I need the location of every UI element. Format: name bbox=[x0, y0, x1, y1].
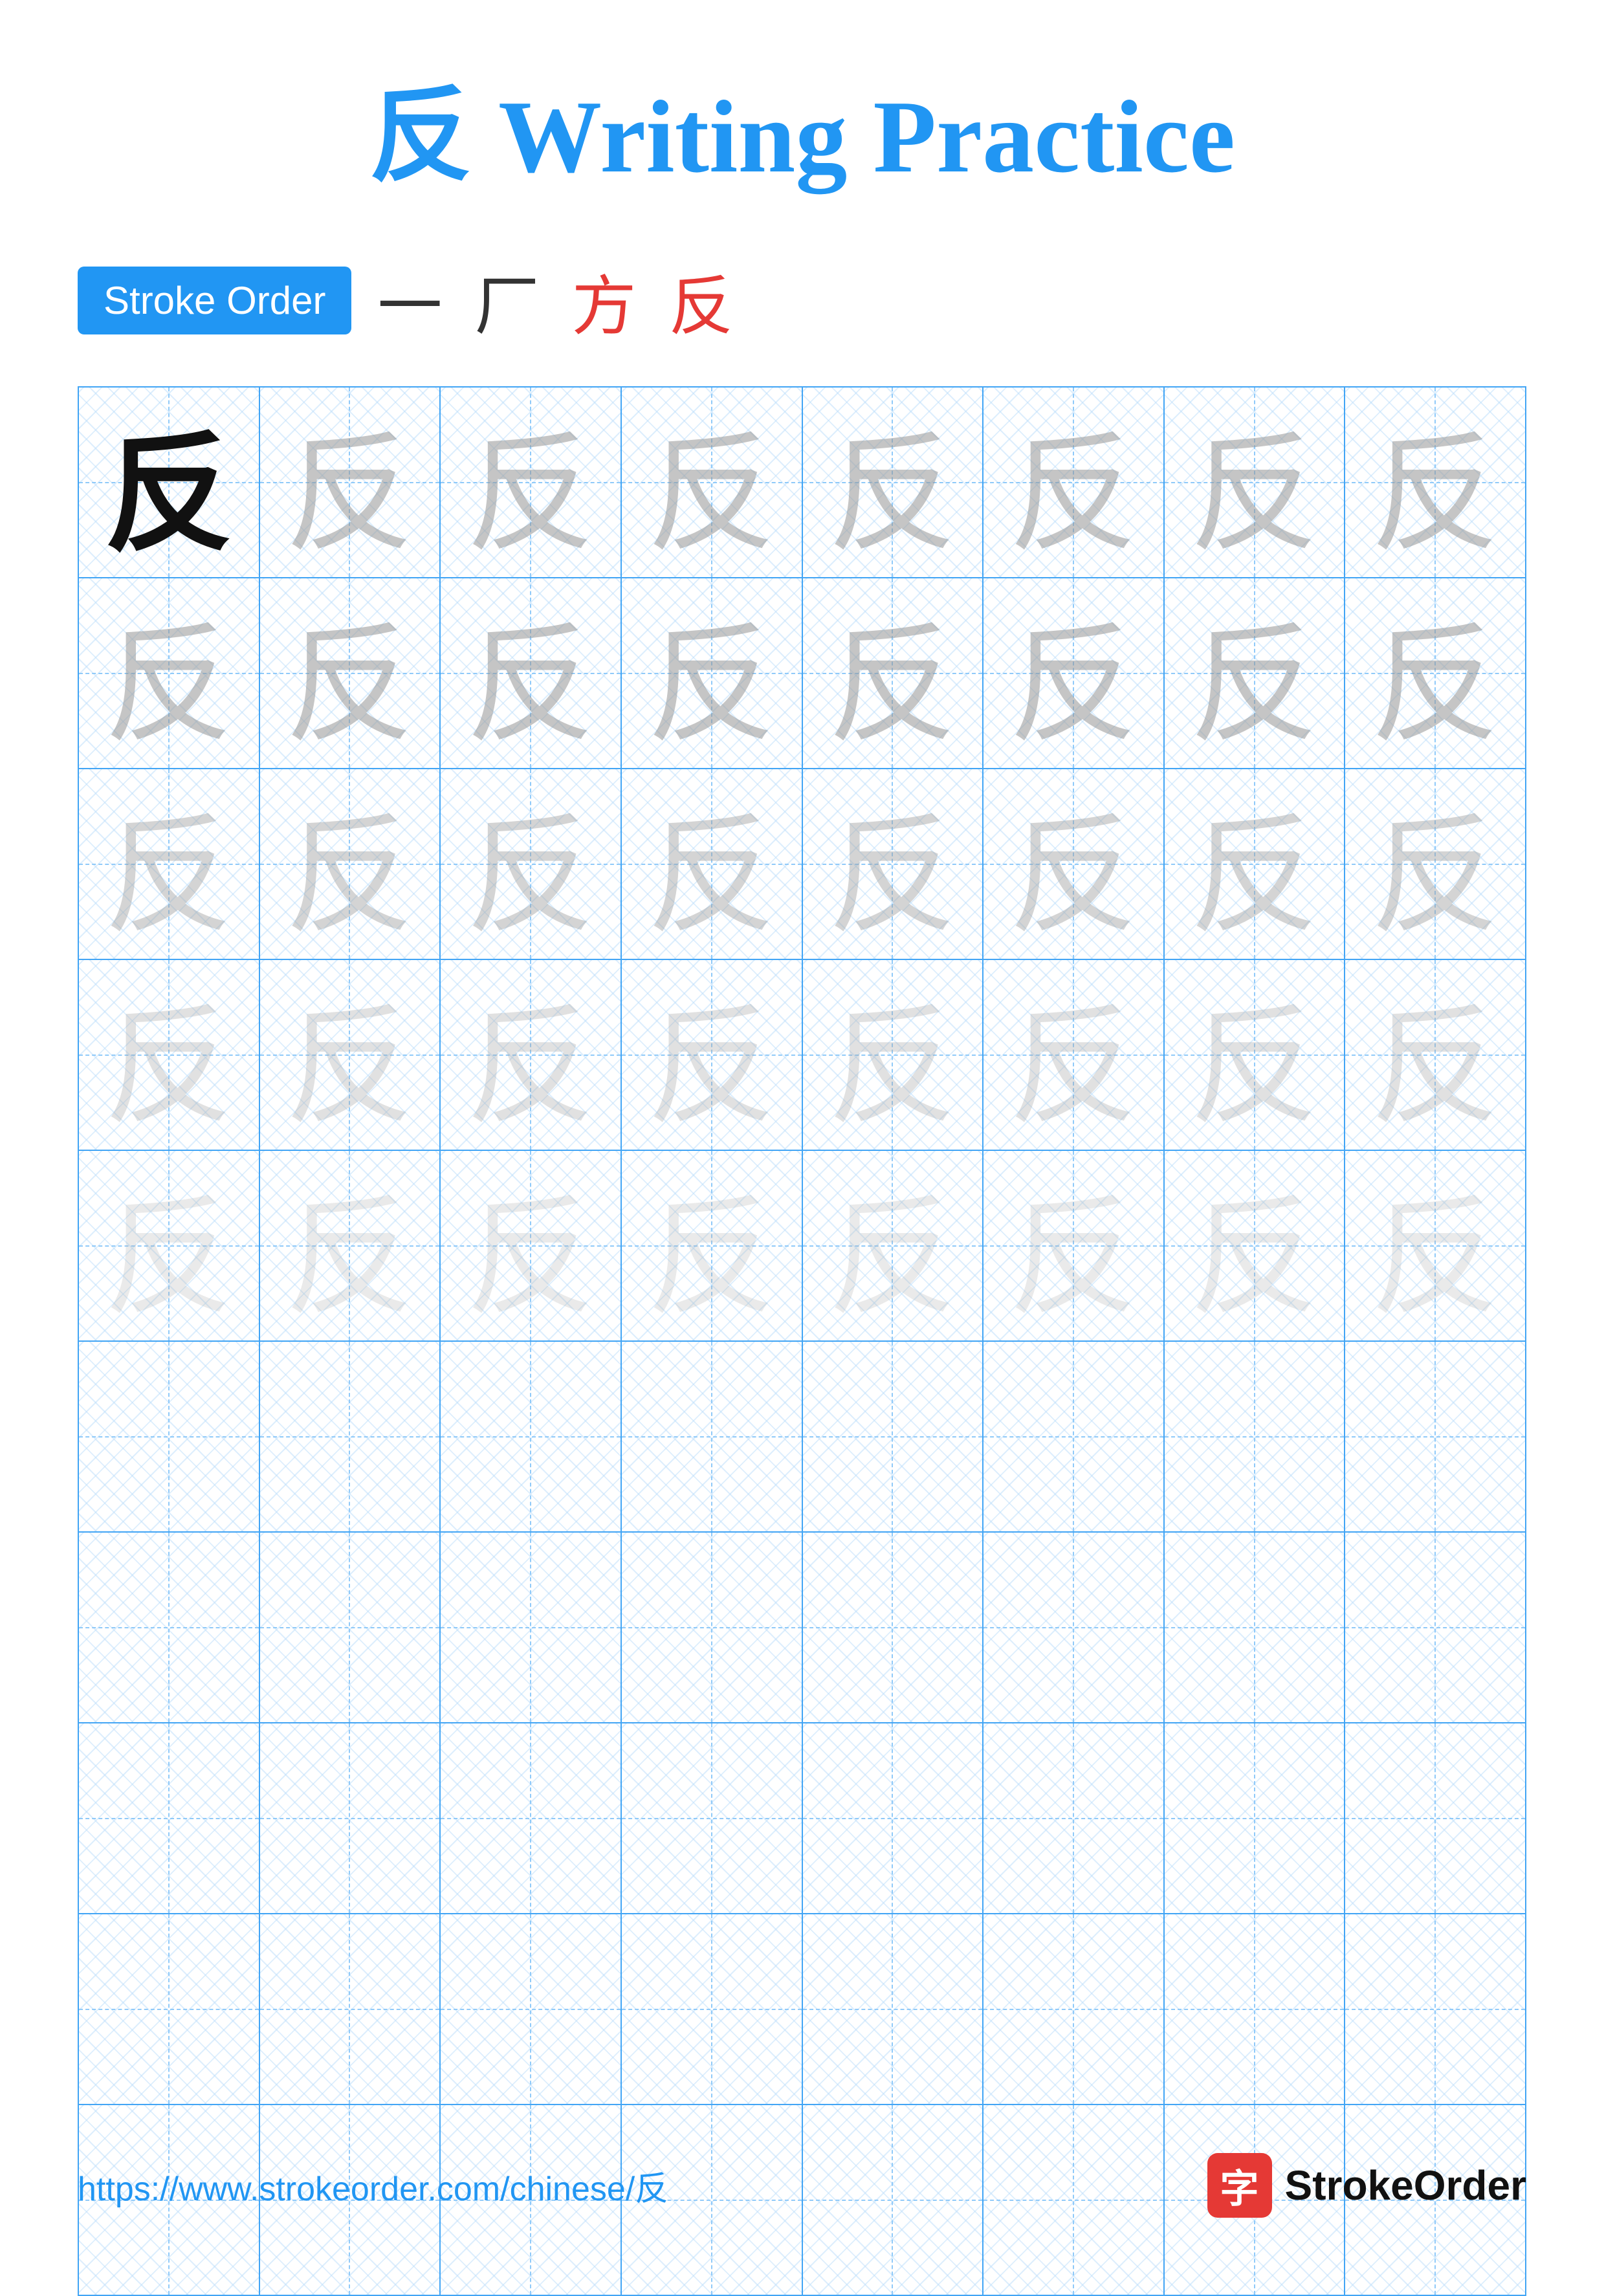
table-row[interactable]: 反 bbox=[1164, 769, 1345, 959]
stroke-seq-3: 方 bbox=[571, 254, 636, 347]
table-row[interactable]: 反 bbox=[440, 769, 621, 959]
table-row[interactable]: 反 bbox=[78, 1150, 259, 1341]
table-row[interactable]: 反 bbox=[1345, 387, 1526, 578]
table-row[interactable]: 反 bbox=[802, 387, 983, 578]
stroke-seq-4: 反 bbox=[668, 254, 733, 347]
table-row[interactable]: 反 bbox=[440, 387, 621, 578]
table-row[interactable]: 反 bbox=[78, 578, 259, 769]
table-row[interactable] bbox=[440, 1532, 621, 1723]
table-row[interactable]: 反 bbox=[1164, 959, 1345, 1150]
table-row[interactable]: 反 bbox=[259, 769, 441, 959]
table-row[interactable]: 反 bbox=[1164, 578, 1345, 769]
table-row[interactable]: 反 bbox=[802, 959, 983, 1150]
table-row[interactable]: 反 bbox=[621, 1150, 802, 1341]
table-row[interactable] bbox=[259, 1914, 441, 2105]
table-row[interactable] bbox=[802, 1532, 983, 1723]
table-row[interactable] bbox=[1164, 1914, 1345, 2105]
stroke-order-badge: Stroke Order bbox=[78, 267, 351, 334]
page-container: 反 Writing Practice Stroke Order 一 厂 方 反 … bbox=[0, 0, 1604, 2269]
table-row[interactable]: 反 bbox=[983, 387, 1164, 578]
table-row[interactable] bbox=[983, 1341, 1164, 1532]
table-row[interactable]: 反 bbox=[440, 578, 621, 769]
table-row[interactable] bbox=[259, 1723, 441, 1914]
footer-brand: 字 StrokeOrder bbox=[1207, 2153, 1526, 2218]
table-row[interactable]: 反 bbox=[78, 959, 259, 1150]
table-row[interactable] bbox=[259, 1341, 441, 1532]
table-row[interactable]: 反 bbox=[621, 959, 802, 1150]
table-row[interactable]: 反 bbox=[802, 578, 983, 769]
table-row[interactable]: 反 bbox=[1345, 769, 1526, 959]
table-row[interactable]: 反 bbox=[1345, 578, 1526, 769]
table-row[interactable]: 反 bbox=[1164, 387, 1345, 578]
table-row[interactable] bbox=[259, 1532, 441, 1723]
table-row[interactable] bbox=[621, 1723, 802, 1914]
table-row[interactable] bbox=[440, 1341, 621, 1532]
table-row[interactable] bbox=[802, 1341, 983, 1532]
footer: https://www.strokeorder.com/chinese/反 字 … bbox=[78, 2153, 1526, 2218]
table-row[interactable]: 反 bbox=[983, 1150, 1164, 1341]
table-row[interactable] bbox=[802, 1914, 983, 2105]
brand-icon: 字 bbox=[1207, 2153, 1272, 2218]
table-row[interactable]: 反 bbox=[259, 387, 441, 578]
table-row[interactable]: 反 bbox=[440, 959, 621, 1150]
table-row[interactable]: 反 bbox=[1345, 959, 1526, 1150]
table-row[interactable]: 反 bbox=[621, 578, 802, 769]
page-title: 反 Writing Practice bbox=[78, 52, 1526, 202]
table-row[interactable] bbox=[1345, 1914, 1526, 2105]
table-row[interactable]: 反 bbox=[802, 1150, 983, 1341]
table-row[interactable] bbox=[78, 1914, 259, 2105]
brand-text: StrokeOrder bbox=[1285, 2161, 1526, 2209]
table-row[interactable]: 反 bbox=[621, 387, 802, 578]
footer-url: https://www.strokeorder.com/chinese/反 bbox=[78, 2161, 668, 2210]
stroke-seq-2: 厂 bbox=[474, 254, 539, 347]
table-row[interactable]: 反 bbox=[259, 959, 441, 1150]
table-row[interactable] bbox=[983, 1723, 1164, 1914]
table-row[interactable] bbox=[1164, 1532, 1345, 1723]
table-row[interactable] bbox=[621, 1341, 802, 1532]
table-row[interactable] bbox=[1164, 1341, 1345, 1532]
table-row[interactable]: 反 bbox=[259, 578, 441, 769]
table-row[interactable] bbox=[1345, 1341, 1526, 1532]
table-row[interactable] bbox=[440, 1914, 621, 2105]
table-row[interactable]: 反 bbox=[802, 769, 983, 959]
table-row[interactable]: 反 bbox=[1345, 1150, 1526, 1341]
table-row[interactable] bbox=[983, 1914, 1164, 2105]
table-row[interactable] bbox=[621, 1914, 802, 2105]
table-row[interactable]: 反 bbox=[983, 578, 1164, 769]
table-row[interactable]: 反 bbox=[983, 959, 1164, 1150]
table-row[interactable] bbox=[78, 1341, 259, 1532]
table-row[interactable]: 反 bbox=[440, 1150, 621, 1341]
table-row[interactable]: 反 bbox=[78, 769, 259, 959]
table-row[interactable]: 反 bbox=[983, 769, 1164, 959]
stroke-order-row: Stroke Order 一 厂 方 反 bbox=[78, 254, 1526, 347]
table-row[interactable]: 反 bbox=[259, 1150, 441, 1341]
table-row[interactable] bbox=[802, 1723, 983, 1914]
practice-grid[interactable]: 反反反反反反反反反反反反反反反反反反反反反反反反反反反反反反反反反反反反反反反反 bbox=[78, 386, 1526, 2296]
table-row[interactable] bbox=[78, 1723, 259, 1914]
table-row[interactable]: 反 bbox=[621, 769, 802, 959]
stroke-seq-1: 一 bbox=[377, 254, 442, 347]
stroke-sequence: 一 厂 方 反 bbox=[377, 254, 733, 347]
table-row[interactable] bbox=[440, 1723, 621, 1914]
table-row[interactable]: 反 bbox=[78, 387, 259, 578]
table-row[interactable] bbox=[983, 1532, 1164, 1723]
table-row[interactable]: 反 bbox=[1164, 1150, 1345, 1341]
table-row[interactable] bbox=[1345, 1532, 1526, 1723]
table-row[interactable] bbox=[78, 1532, 259, 1723]
table-row[interactable] bbox=[1345, 1723, 1526, 1914]
table-row[interactable] bbox=[621, 1532, 802, 1723]
table-row[interactable] bbox=[1164, 1723, 1345, 1914]
